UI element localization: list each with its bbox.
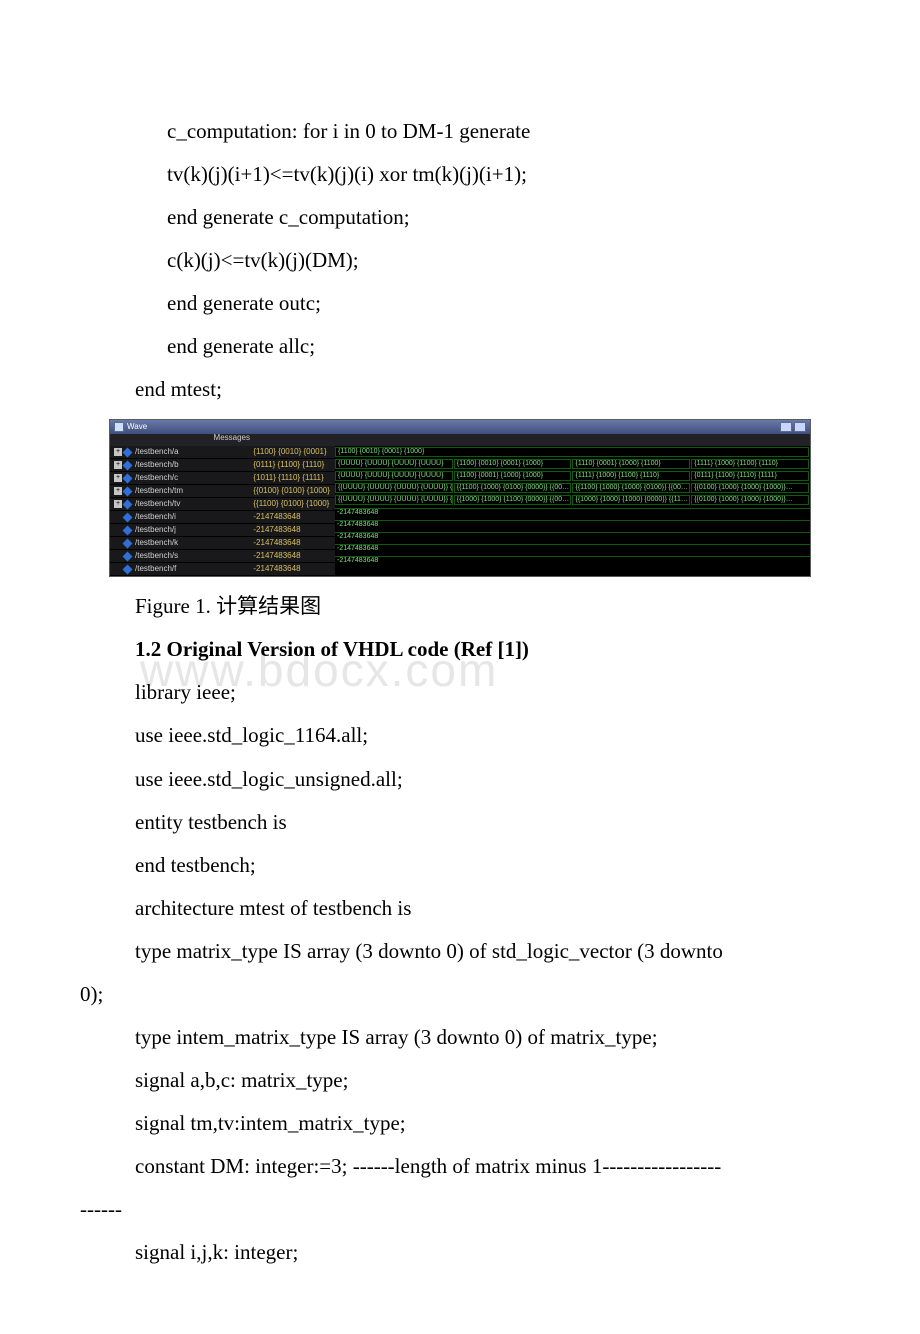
signal-icon <box>123 486 133 496</box>
signal-names-column[interactable]: + /testbench/a + /testbench/b + /testbench/… <box>110 446 249 576</box>
signal-name[interactable]: /testbench/a <box>135 448 179 457</box>
wave-title-text: Wave <box>127 423 147 432</box>
wave-segment: {1100} {0010} {0001} {1000} <box>335 447 809 457</box>
dock-button[interactable] <box>780 422 792 432</box>
expand-icon[interactable]: + <box>114 448 122 456</box>
code-line: c_computation: for i in 0 to DM-1 genera… <box>167 110 840 153</box>
signal-icon <box>123 460 133 470</box>
code-line: end testbench; <box>135 844 840 887</box>
wave-titlebar[interactable]: Wave <box>110 420 810 434</box>
signal-value: -2147483648 <box>249 511 335 524</box>
code-line: type matrix_type IS array (3 downto 0) o… <box>80 930 840 1016</box>
waveform-area[interactable]: {1100} {0010} {0001} {1000} {UUUU} {UUUU… <box>335 446 810 576</box>
signal-icon <box>123 447 133 457</box>
code-line: end generate c_computation; <box>167 196 840 239</box>
figure-caption: Figure 1. 计算结果图 <box>135 585 840 628</box>
expand-icon[interactable]: + <box>114 461 122 469</box>
signal-value: {1100} {0010} {0001} <box>249 446 335 459</box>
wave-segment: {{1000} {1000} {1100} {0000}} {{00… <box>454 495 572 505</box>
signal-icon <box>123 499 133 509</box>
wave-segment: {1111} {1000} {1100} {1110} <box>572 471 690 481</box>
code-line: library ieee; <box>135 671 840 714</box>
signal-values-column: {1100} {0010} {0001} {0111} {1100} {1110… <box>249 446 335 576</box>
section-heading: 1.2 Original Version of VHDL code (Ref [… <box>135 628 840 671</box>
signal-value: -2147483648 <box>249 550 335 563</box>
code-line: type intem_matrix_type IS array (3 downt… <box>135 1016 840 1059</box>
signal-icon <box>123 473 133 483</box>
maximize-button[interactable] <box>794 422 806 432</box>
signal-value: {{1100} {0100} {1000} <box>249 498 335 511</box>
code-line: end generate outc; <box>167 282 840 325</box>
wave-segment: {{1000} {1000} {1000} {0000}} {{11… <box>572 495 690 505</box>
wave-segment: -2147483648 <box>335 532 810 541</box>
signal-value: -2147483648 <box>249 524 335 537</box>
wave-segment: {1111} {1000} {1100} {1110} <box>691 459 809 469</box>
code-line: constant DM: integer:=3; ------length of… <box>80 1145 840 1231</box>
signal-value: -2147483648 <box>249 537 335 550</box>
wave-segment: {{0100} {1000} {1000} {1000}}… <box>691 495 809 505</box>
signal-name[interactable]: /testbench/b <box>135 461 179 470</box>
wave-segment: {1110} {0001} {1000} {1100} <box>572 459 690 469</box>
wave-segment: {UUUU} {UUUU} {UUUU} {UUUU} <box>335 471 453 481</box>
wave-segment: {1100} {0001} {1000} {1000} <box>454 471 572 481</box>
signal-name[interactable]: /testbench/i <box>135 513 176 522</box>
wave-icon <box>114 422 124 432</box>
expand-icon[interactable]: + <box>114 500 122 508</box>
signal-name[interactable]: /testbench/s <box>135 552 178 561</box>
code-line: use ieee.std_logic_1164.all; <box>135 714 840 757</box>
wave-segment: {{0100} {1000} {1000} {1000}}… <box>691 483 809 493</box>
wave-segment: {{1100} {1000} {0100} {0000}} {{00… <box>454 483 572 493</box>
wave-segment: {{1100} {1000} {1000} {0100}} {{00… <box>572 483 690 493</box>
expand-icon[interactable]: + <box>114 474 122 482</box>
signal-name[interactable]: /testbench/tm <box>135 487 183 496</box>
code-line: signal i,j,k: integer; <box>135 1231 840 1274</box>
signal-value: {{0100} {0100} {1000} <box>249 485 335 498</box>
wave-segment: -2147483648 <box>335 556 810 565</box>
wave-segment: {UUUU} {UUUU} {UUUU} {UUUU} <box>335 459 453 469</box>
code-line: tv(k)(j)(i+1)<=tv(k)(j)(i) xor tm(k)(j)(… <box>167 153 840 196</box>
signal-name[interactable]: /testbench/f <box>135 565 176 574</box>
wave-segment: {{UUUU} {UUUU} {UUUU} {UUUU}} {{… <box>335 495 453 505</box>
wave-segment: -2147483648 <box>335 520 810 529</box>
wave-segment: {{UUUU} {UUUU} {UUUU} {UUUU}} {{… <box>335 483 453 493</box>
wave-panel: Wave Messages + /testbench/a + /testbench/… <box>109 419 811 577</box>
signal-name[interactable]: /testbench/j <box>135 526 176 535</box>
signal-value: {0111} {1100} {1110} <box>249 459 335 472</box>
code-line: entity testbench is <box>135 801 840 844</box>
code-line: signal tm,tv:intem_matrix_type; <box>135 1102 840 1145</box>
wave-segment: {1100} {0010} {0001} {1000} <box>454 459 572 469</box>
code-line: c(k)(j)<=tv(k)(j)(DM); <box>167 239 840 282</box>
signal-name[interactable]: /testbench/tv <box>135 500 180 509</box>
signal-value: -2147483648 <box>249 563 335 576</box>
wave-segment: {0111} {1100} {1110} {1111} <box>691 471 809 481</box>
expand-icon[interactable]: + <box>114 487 122 495</box>
wave-segment: -2147483648 <box>335 508 810 517</box>
signal-name[interactable]: /testbench/c <box>135 474 178 483</box>
code-line: use ieee.std_logic_unsigned.all; <box>135 758 840 801</box>
signal-icon <box>123 525 133 535</box>
code-line: signal a,b,c: matrix_type; <box>135 1059 840 1102</box>
code-line: end mtest; <box>135 368 840 411</box>
signal-icon <box>123 564 133 574</box>
code-line: end generate allc; <box>167 325 840 368</box>
code-line: architecture mtest of testbench is <box>135 887 840 930</box>
signal-icon <box>123 551 133 561</box>
wave-segment: -2147483648 <box>335 544 810 553</box>
signal-icon <box>123 538 133 548</box>
messages-label: Messages <box>110 434 256 446</box>
signal-name[interactable]: /testbench/k <box>135 539 178 548</box>
signal-icon <box>123 512 133 522</box>
signal-value: {1011} {1110} {1111} <box>249 472 335 485</box>
